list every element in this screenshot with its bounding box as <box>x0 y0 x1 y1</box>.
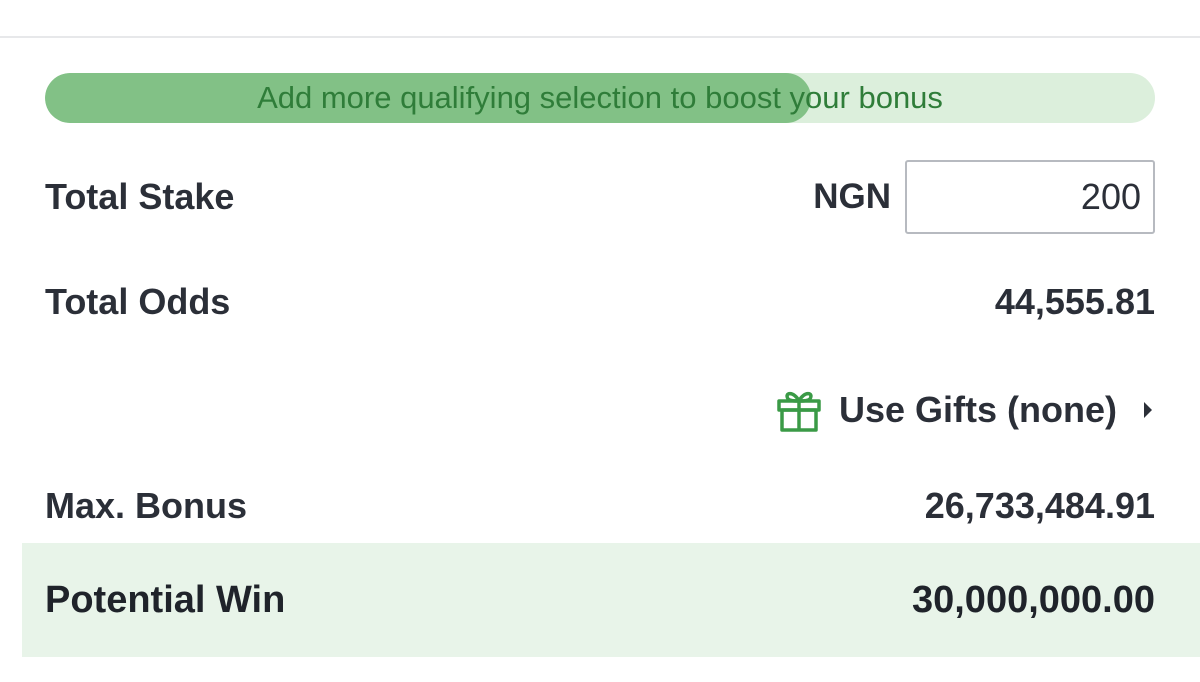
max-bonus-label: Max. Bonus <box>45 485 248 526</box>
potential-win-row: Potential Win 30,000,000.00 <box>45 543 1155 657</box>
top-divider <box>0 36 1200 38</box>
max-bonus-value: 26,733,484.91 <box>924 485 1155 526</box>
gift-icon <box>777 391 821 432</box>
bonus-progress-message: Add more qualifying selection to boost y… <box>257 80 943 115</box>
stake-input-group: NGN <box>813 160 1155 234</box>
stake-input[interactable] <box>905 160 1155 234</box>
currency-label: NGN <box>813 177 891 216</box>
bonus-progress-bar: Add more qualifying selection to boost y… <box>45 73 1155 123</box>
total-odds-label: Total Odds <box>45 281 231 322</box>
total-stake-row: Total Stake NGN <box>45 158 1155 236</box>
total-odds-value: 44,555.81 <box>994 281 1155 322</box>
potential-win-label: Potential Win <box>45 578 286 621</box>
total-stake-label: Total Stake <box>45 176 235 217</box>
total-odds-row: Total Odds 44,555.81 <box>45 270 1155 334</box>
max-bonus-row: Max. Bonus 26,733,484.91 <box>45 474 1155 538</box>
use-gifts-button[interactable]: Use Gifts (none) <box>775 380 1155 440</box>
caret-right-icon <box>1144 402 1152 418</box>
betslip-summary: Add more qualifying selection to boost y… <box>0 0 1200 682</box>
use-gifts-label: Use Gifts (none) <box>838 389 1117 430</box>
potential-win-value: 30,000,000.00 <box>911 578 1155 621</box>
